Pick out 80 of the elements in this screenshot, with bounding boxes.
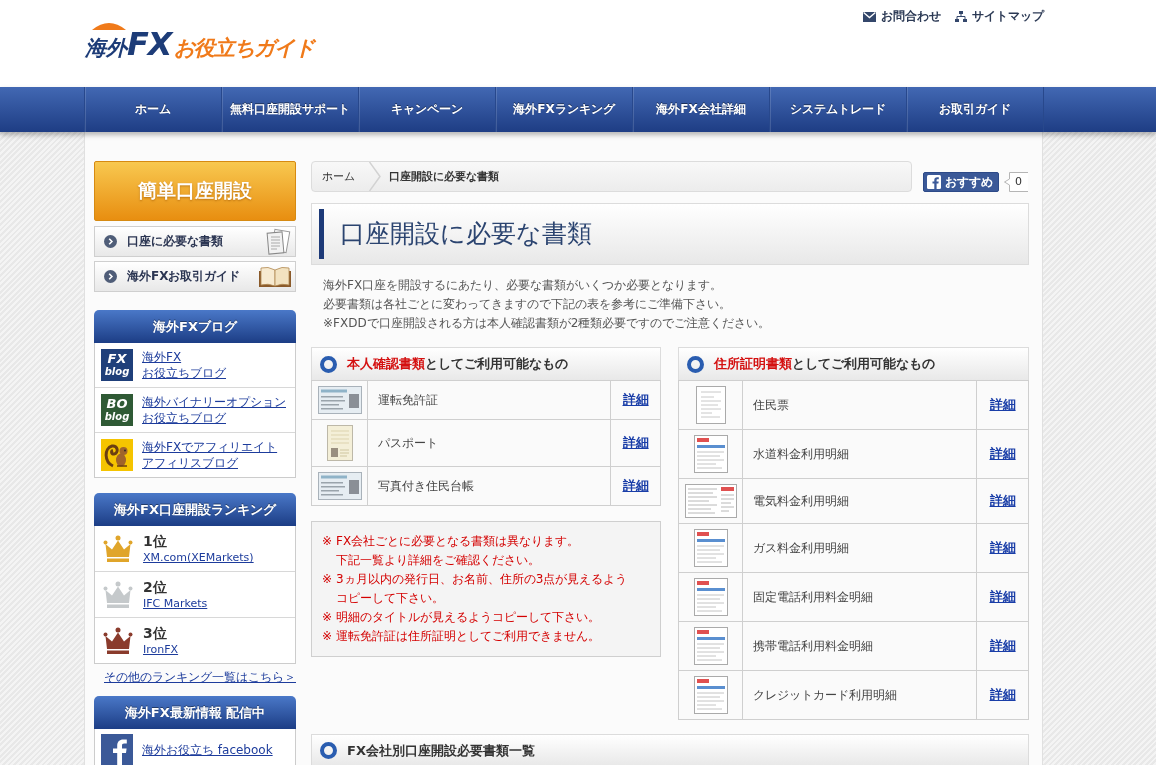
table-cell: 写真付き住民台帳 [367,466,611,506]
form-icon [693,578,728,616]
table-cell: パスポート [367,419,611,467]
document-icon [695,386,726,424]
breadcrumb-item[interactable]: ホーム [322,169,355,184]
note-mark: ※ [322,533,334,550]
section-title: FX会社別口座開設必要書類一覧 [347,741,535,760]
detail-link[interactable]: 詳細 [989,687,1016,702]
sidebar-menu-item[interactable]: 口座に必要な書類 [94,226,296,257]
table-cell: 携帯電話利用料金明細 [742,621,977,671]
note-mark: ※ [322,628,334,645]
table-cell: 住民票 [742,380,977,430]
note-text: FX会社ごとに必要となる書類は異なります。 下記一覧より詳細をご確認ください。 [336,533,580,569]
detail-link[interactable]: 詳細 [622,392,649,407]
like-count: 0 [1004,172,1028,192]
logo-arc-icon [92,22,126,30]
breadcrumb-item[interactable]: 口座開設に必要な書類 [389,169,499,184]
detail-link[interactable]: 詳細 [989,638,1016,653]
section-title: 本人確認書類としてご利用可能なもの [347,355,568,373]
section-header: 海外FX最新情報 配信中 [94,696,296,729]
table-cell: クレジットカード利用明細 [742,670,977,720]
blog-link[interactable]: 海外FXでアフィリエイト アフィリスブログ [142,439,278,471]
detail-link[interactable]: 詳細 [622,435,649,450]
chevron-circle-icon [104,235,117,248]
table-cell: ガス料金利用明細 [742,523,977,573]
detail-link[interactable]: 詳細 [989,540,1016,555]
detail-link[interactable]: 詳細 [989,446,1016,461]
detail-link[interactable]: 詳細 [989,589,1016,604]
id-card-icon [317,472,362,500]
envelope-icon [863,11,876,22]
blog-link[interactable]: 海外バイナリーオプション お役立ちブログ [142,394,286,426]
news-link[interactable]: 海外お役立ち facebook [142,742,273,758]
form-icon [693,435,728,473]
page-title: 口座開設に必要な書類 [319,209,1021,259]
top-link[interactable]: サイトマップ [955,8,1044,25]
ring-icon [687,355,704,373]
intro-text: 海外FX口座を開設するにあたり、必要な書類がいくつか必要となります。 必要書類は各社ごとに変わってきますので下記の表を参考にご準備下さい。 ※FXDDで口座開設される方は本人確認書類が2種類必要ですのでご注意ください。 [322,277,772,332]
documents-icon [264,227,292,256]
table-cell: 水道料金利用明細 [742,429,977,479]
note-mark: ※ [322,609,334,626]
broker-link[interactable]: IFC Markets [143,596,208,611]
note-mark: ※ [322,571,334,588]
site-logo[interactable]: 海外FXお役立ちガイド [85,30,314,62]
form-icon [693,676,728,714]
top-link[interactable]: お問合わせ [863,8,941,25]
more-ranking-link[interactable]: その他のランキング一覧はこちら＞ [104,669,296,685]
note-text: 3ヵ月以内の発行日、お名前、住所の3点が見えるよう コピーして下さい。 [336,571,628,607]
note-text: 運転免許証は住所証明としてご利用できません。 [336,628,600,645]
id-card-icon [317,386,362,414]
rank-number: 1位 [143,532,167,550]
broker-link[interactable]: XM.com(XEMarkets) [143,550,254,565]
rank-number: 2位 [143,578,167,596]
detail-link[interactable]: 詳細 [989,397,1016,412]
blog-logo-tile: BO blog [101,394,133,426]
form-icon [693,529,728,567]
book-icon [258,264,292,289]
section-header: 海外FX口座開設ランキング [94,493,296,526]
section-title: 住所証明書類としてご利用可能なもの [714,355,935,373]
blog-logo-tile: FX blog [101,349,133,381]
table-cell: 電気料金利用明細 [742,478,977,524]
sitemap-icon [955,11,967,22]
f-logo-icon [927,175,941,189]
table-cell: 固定電話利用料金明細 [742,572,977,622]
table-cell: 運転免許証 [367,380,611,420]
ring-icon [320,355,337,373]
blog-link[interactable]: 海外FX お役立ちブログ [142,349,226,381]
squirrel-icon [101,439,133,471]
broker-link[interactable]: IronFX [143,642,179,657]
form-icon [693,627,728,665]
form-icon [684,484,737,518]
sidebar-menu-item[interactable]: 海外FXお取引ガイド [94,261,296,292]
detail-link[interactable]: 詳細 [989,493,1016,508]
booklet-icon [326,425,353,461]
note-text: 明細のタイトルが見えるようコピーして下さい。 [336,609,600,626]
chevron-circle-icon [104,270,117,283]
recommend-button[interactable]: おすすめ [923,172,999,192]
ring-icon [320,742,337,759]
detail-link[interactable]: 詳細 [622,478,649,493]
section-header: 海外FXブログ [94,310,296,343]
rank-number: 3位 [143,624,167,642]
